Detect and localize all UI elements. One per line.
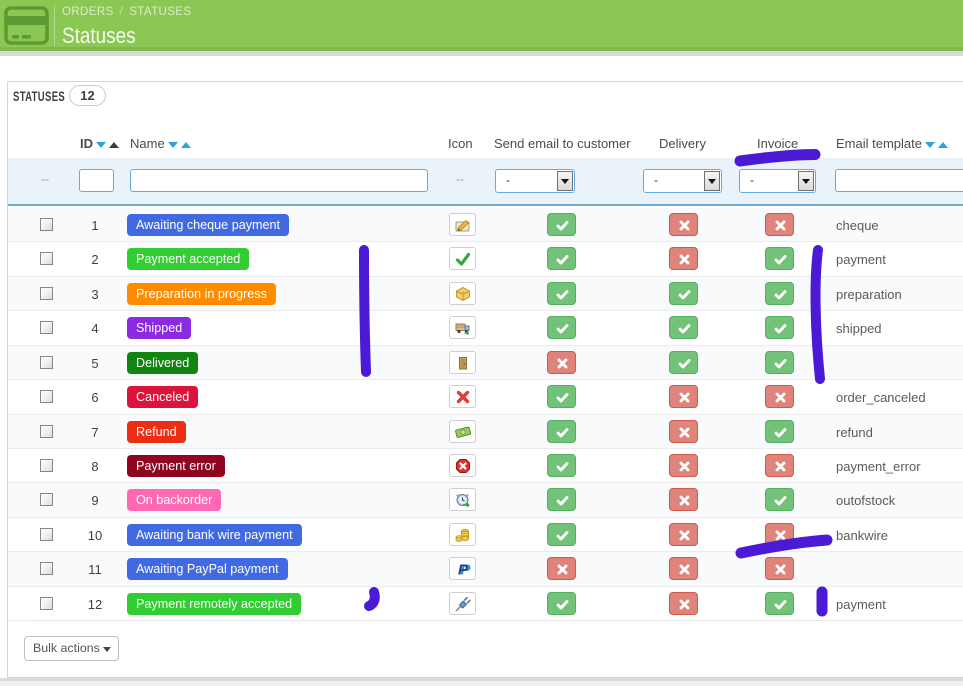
svg-text:P: P xyxy=(458,562,469,578)
